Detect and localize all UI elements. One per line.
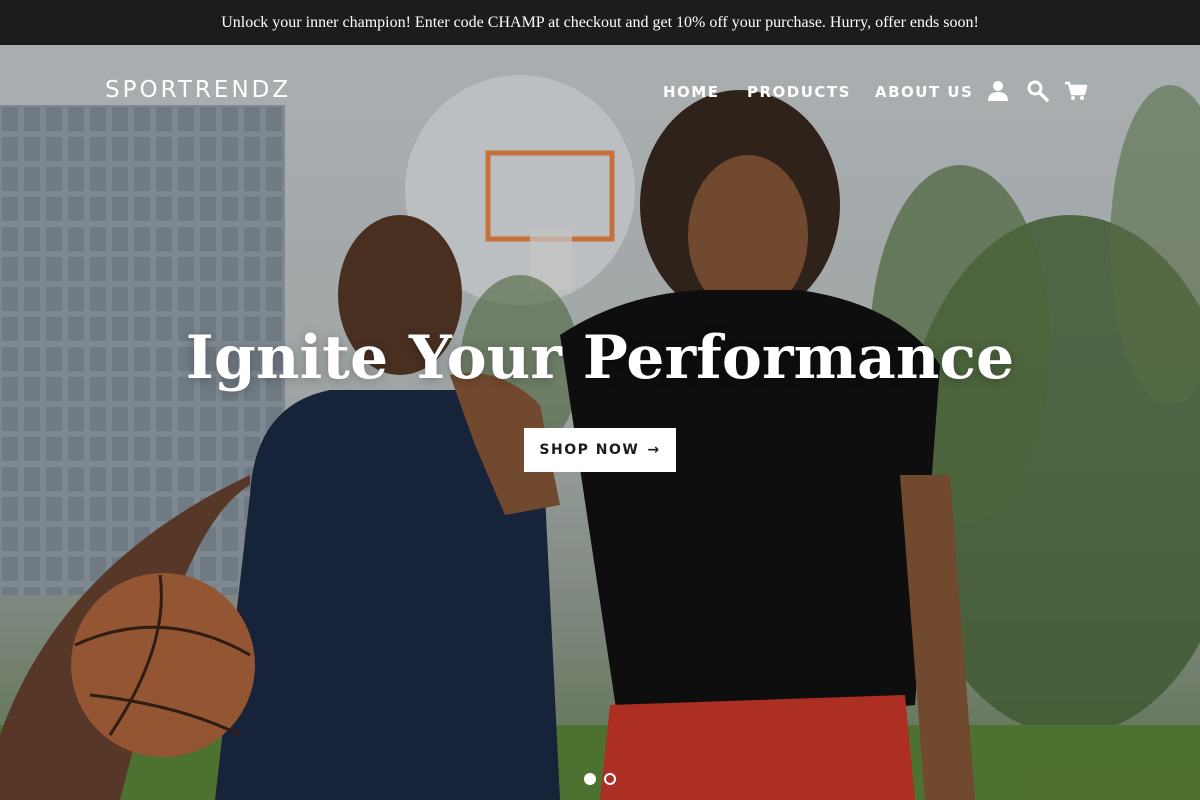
hero-banner: SPORTRENDZ HOME PRODUCTS ABOUT US Ignite… <box>0 45 1200 800</box>
arrow-right-icon: → <box>647 442 661 458</box>
shop-now-button[interactable]: SHOP NOW → <box>524 428 676 472</box>
account-icon[interactable] <box>986 79 1010 103</box>
nav-home[interactable]: HOME <box>663 83 719 101</box>
hero-overlay <box>0 45 1200 800</box>
slide-dot-2[interactable] <box>604 773 616 785</box>
nav-products[interactable]: PRODUCTS <box>747 83 851 101</box>
cart-icon[interactable] <box>1064 79 1088 103</box>
announcement-text: Unlock your inner champion! Enter code C… <box>221 13 979 31</box>
nav-about-us[interactable]: ABOUT US <box>875 83 973 101</box>
slide-dot-1[interactable] <box>584 773 596 785</box>
slideshow-dots <box>584 773 616 785</box>
search-icon[interactable] <box>1026 79 1050 103</box>
main-nav: HOME PRODUCTS ABOUT US <box>0 80 1200 103</box>
shop-now-label: SHOP NOW <box>539 442 640 458</box>
hero-headline: Ignite Your Performance <box>185 323 1015 393</box>
announcement-bar: Unlock your inner champion! Enter code C… <box>0 0 1200 45</box>
